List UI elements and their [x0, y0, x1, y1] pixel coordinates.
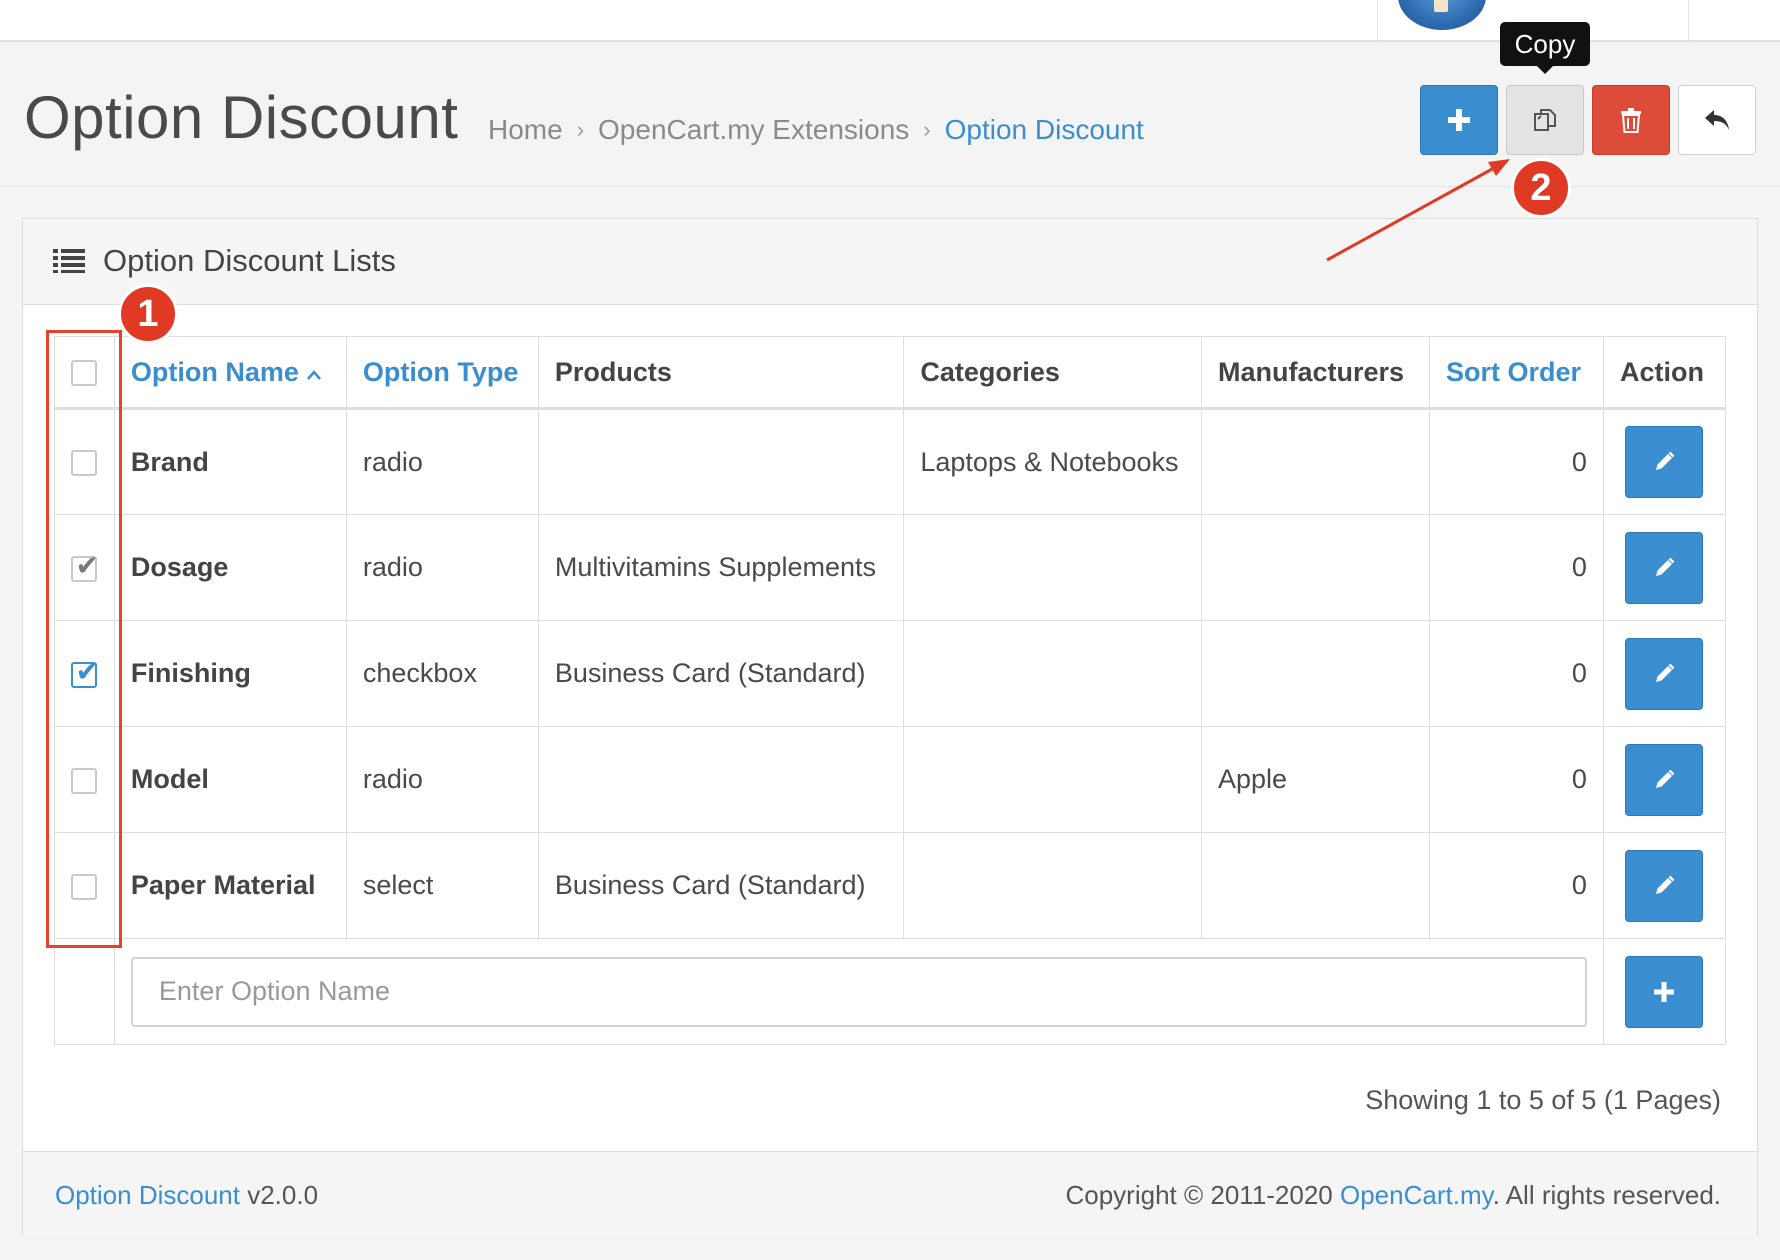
chevron-up-icon: [307, 369, 322, 380]
add-option-cell: [1602, 938, 1727, 1045]
annotation-badge-2: 2: [1511, 158, 1571, 218]
option-sort-order: 0: [1428, 620, 1604, 727]
pencil-icon: [1656, 663, 1675, 682]
column-action: Action: [1602, 336, 1727, 410]
option-discount-table: Option Name Option Type Products Categor…: [54, 336, 1727, 1045]
option-categories: Laptops & Notebooks: [903, 408, 1203, 515]
option-products: Business Card (Standard): [537, 620, 905, 727]
pencil-icon: [1656, 451, 1675, 470]
option-name-input[interactable]: [130, 956, 1587, 1027]
option-name: Model: [113, 726, 347, 833]
panel-header: Option Discount Lists: [23, 219, 1757, 305]
edit-button[interactable]: [1625, 849, 1704, 922]
edit-button[interactable]: [1625, 743, 1704, 816]
option-type: radio: [345, 514, 539, 621]
table-row: Brand radio Laptops & Notebooks 0: [54, 408, 1727, 515]
footer-version: Option Discount v2.0.0: [55, 1180, 318, 1211]
reply-arrow-icon: [1705, 110, 1729, 130]
table-header-row: Option Name Option Type Products Categor…: [54, 336, 1727, 410]
empty-cell: [54, 938, 115, 1045]
option-products: Business Card (Standard): [537, 832, 905, 939]
column-option-name-label: Option Name: [130, 356, 299, 387]
copy-button[interactable]: [1506, 85, 1584, 155]
panel-footer: Option Discount v2.0.0 Copyright © 2011-…: [23, 1151, 1757, 1236]
option-sort-order: 0: [1428, 726, 1604, 833]
table-row: Paper Material select Business Card (Sta…: [54, 832, 1727, 939]
pencil-icon: [1656, 557, 1675, 576]
breadcrumb: Home › OpenCart.my Extensions › Option D…: [488, 110, 1144, 150]
option-name: Brand: [113, 408, 347, 515]
column-option-name[interactable]: Option Name: [113, 336, 347, 410]
option-sort-order: 0: [1428, 514, 1604, 621]
breadcrumb-separator: ›: [576, 117, 585, 142]
option-name: Paper Material: [113, 832, 347, 939]
footer-copyright: Copyright © 2011-2020 OpenCart.my. All r…: [1065, 1180, 1721, 1211]
back-button[interactable]: [1678, 85, 1756, 155]
breadcrumb-extensions[interactable]: OpenCart.my Extensions: [598, 110, 909, 150]
new-option-cell: [113, 938, 1604, 1045]
pencil-icon: [1656, 769, 1675, 788]
option-name: Dosage: [113, 514, 347, 621]
option-products: [537, 726, 905, 833]
option-sort-order: 0: [1428, 408, 1604, 515]
breadcrumb-separator: ›: [923, 117, 931, 142]
pagination-text: Showing 1 to 5 of 5 (1 Pages): [1365, 1085, 1721, 1115]
row-action-cell: [1602, 620, 1727, 727]
page-title: Option Discount: [24, 84, 459, 151]
column-sort-order[interactable]: Sort Order: [1428, 336, 1604, 410]
option-categories: [903, 832, 1203, 939]
breadcrumb-home[interactable]: Home: [488, 110, 563, 150]
row-action-cell: [1602, 408, 1727, 515]
annotation-badge-1: 1: [118, 284, 178, 344]
option-type: checkbox: [345, 620, 539, 727]
footer-product-link[interactable]: Option Discount: [55, 1180, 240, 1210]
table-row: Model radio Apple 0: [54, 726, 1727, 833]
edit-button[interactable]: [1625, 426, 1704, 498]
column-categories: Categories: [903, 336, 1203, 410]
footer-copyright-prefix: Copyright © 2011-2020: [1065, 1180, 1340, 1210]
panel-title: Option Discount Lists: [103, 243, 396, 278]
option-categories: [903, 514, 1203, 621]
option-manufacturers: Apple: [1201, 726, 1430, 833]
footer-copyright-suffix: . All rights reserved.: [1492, 1180, 1721, 1210]
option-type: select: [345, 832, 539, 939]
column-products: Products: [537, 336, 905, 410]
column-option-type[interactable]: Option Type: [345, 336, 539, 410]
option-name: Finishing: [113, 620, 347, 727]
row-action-cell: [1602, 726, 1727, 833]
option-products: [537, 408, 905, 515]
option-type: radio: [345, 726, 539, 833]
delete-button[interactable]: [1592, 85, 1670, 155]
row-action-cell: [1602, 832, 1727, 939]
plus-icon: [1448, 109, 1470, 131]
table-row: ✔ Finishing checkbox Business Card (Stan…: [54, 620, 1727, 727]
edit-button[interactable]: [1625, 531, 1704, 604]
option-products: Multivitamins Supplements: [537, 514, 905, 621]
add-option-button[interactable]: [1625, 955, 1704, 1028]
add-option-row: [54, 938, 1727, 1045]
option-sort-order: 0: [1428, 832, 1604, 939]
option-type: radio: [345, 408, 539, 515]
option-categories: [903, 620, 1203, 727]
column-manufacturers: Manufacturers: [1201, 336, 1430, 410]
annotation-highlight-box: [46, 330, 122, 948]
footer-version-text: v2.0.0: [239, 1180, 319, 1210]
breadcrumb-current[interactable]: Option Discount: [945, 110, 1144, 150]
trash-icon: [1621, 108, 1641, 133]
option-manufacturers: [1201, 408, 1430, 515]
footer-company-link[interactable]: OpenCart.my: [1340, 1180, 1493, 1210]
copy-icon: [1534, 109, 1556, 131]
edit-button[interactable]: [1625, 637, 1704, 710]
copy-tooltip: Copy: [1500, 22, 1590, 74]
option-manufacturers: [1201, 514, 1430, 621]
table-row: ✔ Dosage radio Multivitamins Supplements…: [54, 514, 1727, 621]
row-action-cell: [1602, 514, 1727, 621]
pencil-icon: [1656, 875, 1675, 894]
option-manufacturers: [1201, 832, 1430, 939]
add-button[interactable]: [1420, 85, 1498, 155]
plus-icon: [1654, 981, 1675, 1002]
option-categories: [903, 726, 1203, 833]
option-manufacturers: [1201, 620, 1430, 727]
list-icon: [53, 249, 85, 273]
